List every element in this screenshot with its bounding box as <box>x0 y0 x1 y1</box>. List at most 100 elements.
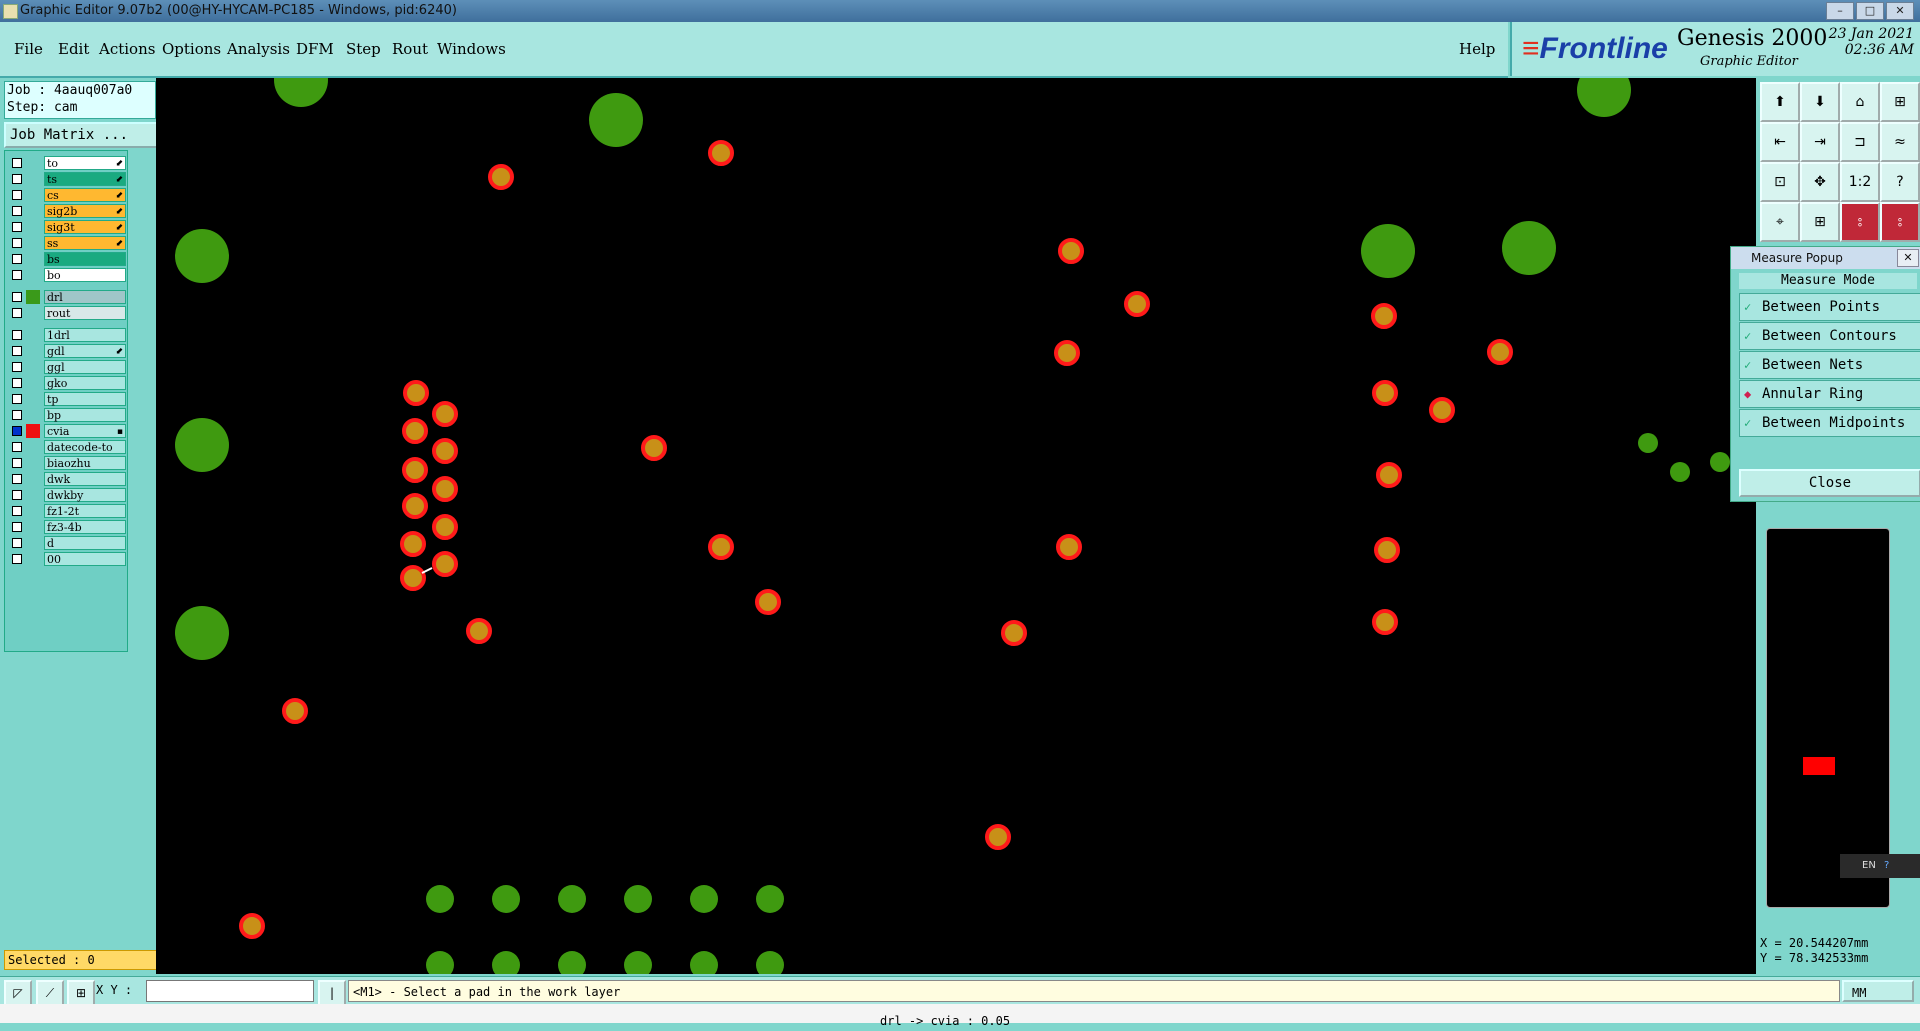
close-icon[interactable]: ✕ <box>1886 2 1914 20</box>
layer-checkbox[interactable] <box>12 554 22 564</box>
layer-checkbox[interactable] <box>12 174 22 184</box>
input-mode-icon[interactable]: | <box>318 980 346 1006</box>
layer-a-icon[interactable]: ⦂ <box>1840 202 1880 242</box>
layer-checkbox[interactable] <box>12 458 22 468</box>
via-pad[interactable] <box>432 401 458 427</box>
grid-tool-icon[interactable]: ⊞ <box>67 980 95 1006</box>
layer-checkbox[interactable] <box>12 522 22 532</box>
layer-row-datecode-to[interactable]: datecode-to <box>9 440 127 454</box>
via-pad[interactable] <box>1124 291 1150 317</box>
next-icon[interactable]: ⇥ <box>1800 122 1840 162</box>
drill-hole[interactable] <box>1361 224 1415 278</box>
option-between-contours[interactable]: ✓ Between Contours <box>1739 322 1920 350</box>
layer-checkbox[interactable] <box>12 378 22 388</box>
layer-checkbox[interactable] <box>12 346 22 356</box>
drill-hole[interactable] <box>756 951 784 974</box>
route-icon[interactable]: ≈ <box>1880 122 1920 162</box>
option-between-midpoints[interactable]: ✓ Between Midpoints <box>1739 409 1920 437</box>
layer-checkbox[interactable] <box>12 158 22 168</box>
via-pad[interactable] <box>1429 397 1455 423</box>
drill-hole[interactable] <box>426 951 454 974</box>
via-pad[interactable] <box>402 418 428 444</box>
layer-checkbox[interactable] <box>12 426 22 436</box>
drill-hole[interactable] <box>624 885 652 913</box>
via-pad[interactable] <box>432 438 458 464</box>
via-pad[interactable] <box>466 618 492 644</box>
snap-icon[interactable]: ⊐ <box>1840 122 1880 162</box>
drill-hole[interactable] <box>175 229 229 283</box>
drill-hole[interactable] <box>690 885 718 913</box>
layer-row-bs[interactable]: bs <box>9 252 127 266</box>
scale-icon[interactable]: 1:2 <box>1840 162 1880 202</box>
via-pad[interactable] <box>708 140 734 166</box>
via-pad[interactable] <box>755 589 781 615</box>
open-icon[interactable]: ⬆ <box>1760 82 1800 122</box>
layer-checkbox[interactable] <box>12 490 22 500</box>
layer-row-cvia[interactable]: cvia ▪ <box>9 424 127 438</box>
layer-row-00[interactable]: 00 <box>9 552 127 566</box>
via-pad[interactable] <box>402 457 428 483</box>
layer-row-bo[interactable]: bo <box>9 268 127 282</box>
layer-checkbox[interactable] <box>12 506 22 516</box>
layer-checkbox[interactable] <box>12 238 22 248</box>
layout-icon[interactable]: ⊞ <box>1880 82 1920 122</box>
via-pad[interactable] <box>1001 620 1027 646</box>
layer-row-gdl[interactable]: gdl ⬋ <box>9 344 127 358</box>
via-pad[interactable] <box>1372 609 1398 635</box>
menu-help[interactable]: Help <box>1459 40 1495 58</box>
via-pad[interactable] <box>1487 339 1513 365</box>
menu-edit[interactable]: Edit <box>58 40 89 58</box>
via-pad[interactable] <box>1058 238 1084 264</box>
select-tool-icon[interactable]: ◸ <box>4 980 32 1006</box>
help-icon[interactable]: ? <box>1880 162 1920 202</box>
via-pad[interactable] <box>239 913 265 939</box>
layer-checkbox[interactable] <box>12 442 22 452</box>
layer-row-sig2b[interactable]: sig2b ⬋ <box>9 204 127 218</box>
layer-row-fz1-2t[interactable]: fz1-2t <box>9 504 127 518</box>
layer-row-dwk[interactable]: dwk <box>9 472 127 486</box>
home-icon[interactable]: ⌂ <box>1840 82 1880 122</box>
grid-icon[interactable]: ⊞ <box>1800 202 1840 242</box>
layer-row-ts[interactable]: ts ⬋ <box>9 172 127 186</box>
layer-checkbox[interactable] <box>12 410 22 420</box>
layer-checkbox[interactable] <box>12 362 22 372</box>
via-pad[interactable] <box>400 531 426 557</box>
via-pad[interactable] <box>1374 537 1400 563</box>
drill-hole[interactable] <box>690 951 718 974</box>
measure-icon[interactable]: ⌖ <box>1760 202 1800 242</box>
layer-checkbox[interactable] <box>12 330 22 340</box>
xy-input[interactable] <box>146 980 314 1002</box>
measure-close-button[interactable]: Close <box>1739 469 1920 497</box>
job-matrix-button[interactable]: Job Matrix ... <box>4 122 158 148</box>
layer-row-dwkby[interactable]: dwkby <box>9 488 127 502</box>
drill-hole[interactable] <box>175 606 229 660</box>
via-pad[interactable] <box>985 824 1011 850</box>
menu-file[interactable]: File <box>14 40 43 58</box>
drill-hole[interactable] <box>426 885 454 913</box>
via-pad[interactable] <box>282 698 308 724</box>
via-pad[interactable] <box>488 164 514 190</box>
layer-row-1drl[interactable]: 1drl <box>9 328 127 342</box>
popup-close-icon[interactable]: ✕ <box>1897 249 1919 267</box>
menu-analysis[interactable]: Analysis <box>227 40 290 58</box>
drill-hole[interactable] <box>1670 462 1690 482</box>
prev-icon[interactable]: ⇤ <box>1760 122 1800 162</box>
menu-dfm[interactable]: DFM <box>296 40 334 58</box>
via-pad[interactable] <box>1372 380 1398 406</box>
layer-checkbox[interactable] <box>12 292 22 302</box>
minimize-icon[interactable]: – <box>1826 2 1854 20</box>
via-pad[interactable] <box>400 565 426 591</box>
save-icon[interactable]: ⬇ <box>1800 82 1840 122</box>
units-selector[interactable]: MM <box>1842 980 1914 1002</box>
via-pad[interactable] <box>402 493 428 519</box>
via-pad[interactable] <box>1054 340 1080 366</box>
drill-hole[interactable] <box>558 951 586 974</box>
zoom-icon[interactable]: ✥ <box>1800 162 1840 202</box>
drill-hole[interactable] <box>175 418 229 472</box>
drill-hole[interactable] <box>1502 221 1556 275</box>
option-annular-ring[interactable]: ◆ Annular Ring <box>1739 380 1920 408</box>
layer-checkbox[interactable] <box>12 206 22 216</box>
layer-row-biaozhu[interactable]: biaozhu <box>9 456 127 470</box>
layer-row-d[interactable]: d <box>9 536 127 550</box>
measure-tool-icon[interactable]: ⟋ <box>36 980 64 1006</box>
